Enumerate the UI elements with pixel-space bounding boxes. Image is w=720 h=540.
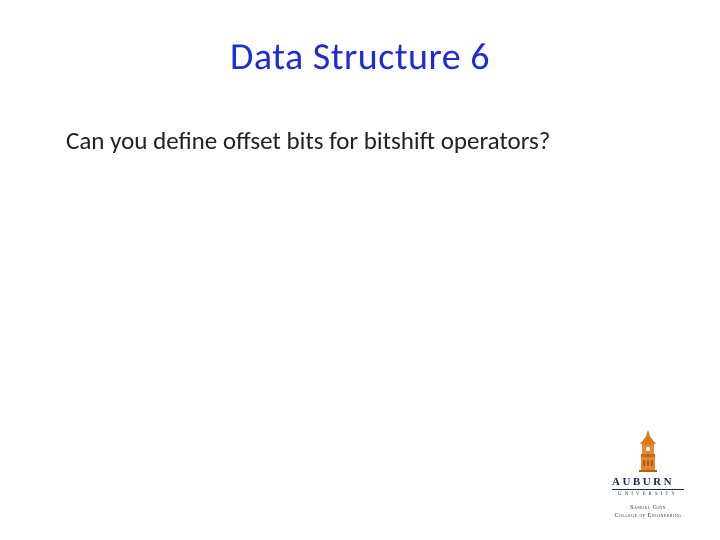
- slide: Data Structure 6 Can you define offset b…: [0, 0, 720, 540]
- slide-body-text: Can you define offset bits for bitshift …: [60, 126, 660, 156]
- logo-college-line1: Samuel Ginn: [630, 505, 666, 511]
- logo-college: Samuel Ginn College of Engineering: [615, 505, 682, 520]
- auburn-logo: AUBURN UNIVERSITY Samuel Ginn College of…: [598, 430, 698, 520]
- slide-title: Data Structure 6: [60, 34, 660, 80]
- logo-wordmark-text: AUBURN: [612, 476, 674, 488]
- logo-subwordmark: UNIVERSITY: [618, 492, 678, 497]
- logo-underline: [612, 489, 684, 490]
- logo-wordmark: AUBURN: [612, 476, 684, 490]
- tower-icon: [636, 430, 660, 472]
- logo-college-line2: College of Engineering: [615, 513, 682, 519]
